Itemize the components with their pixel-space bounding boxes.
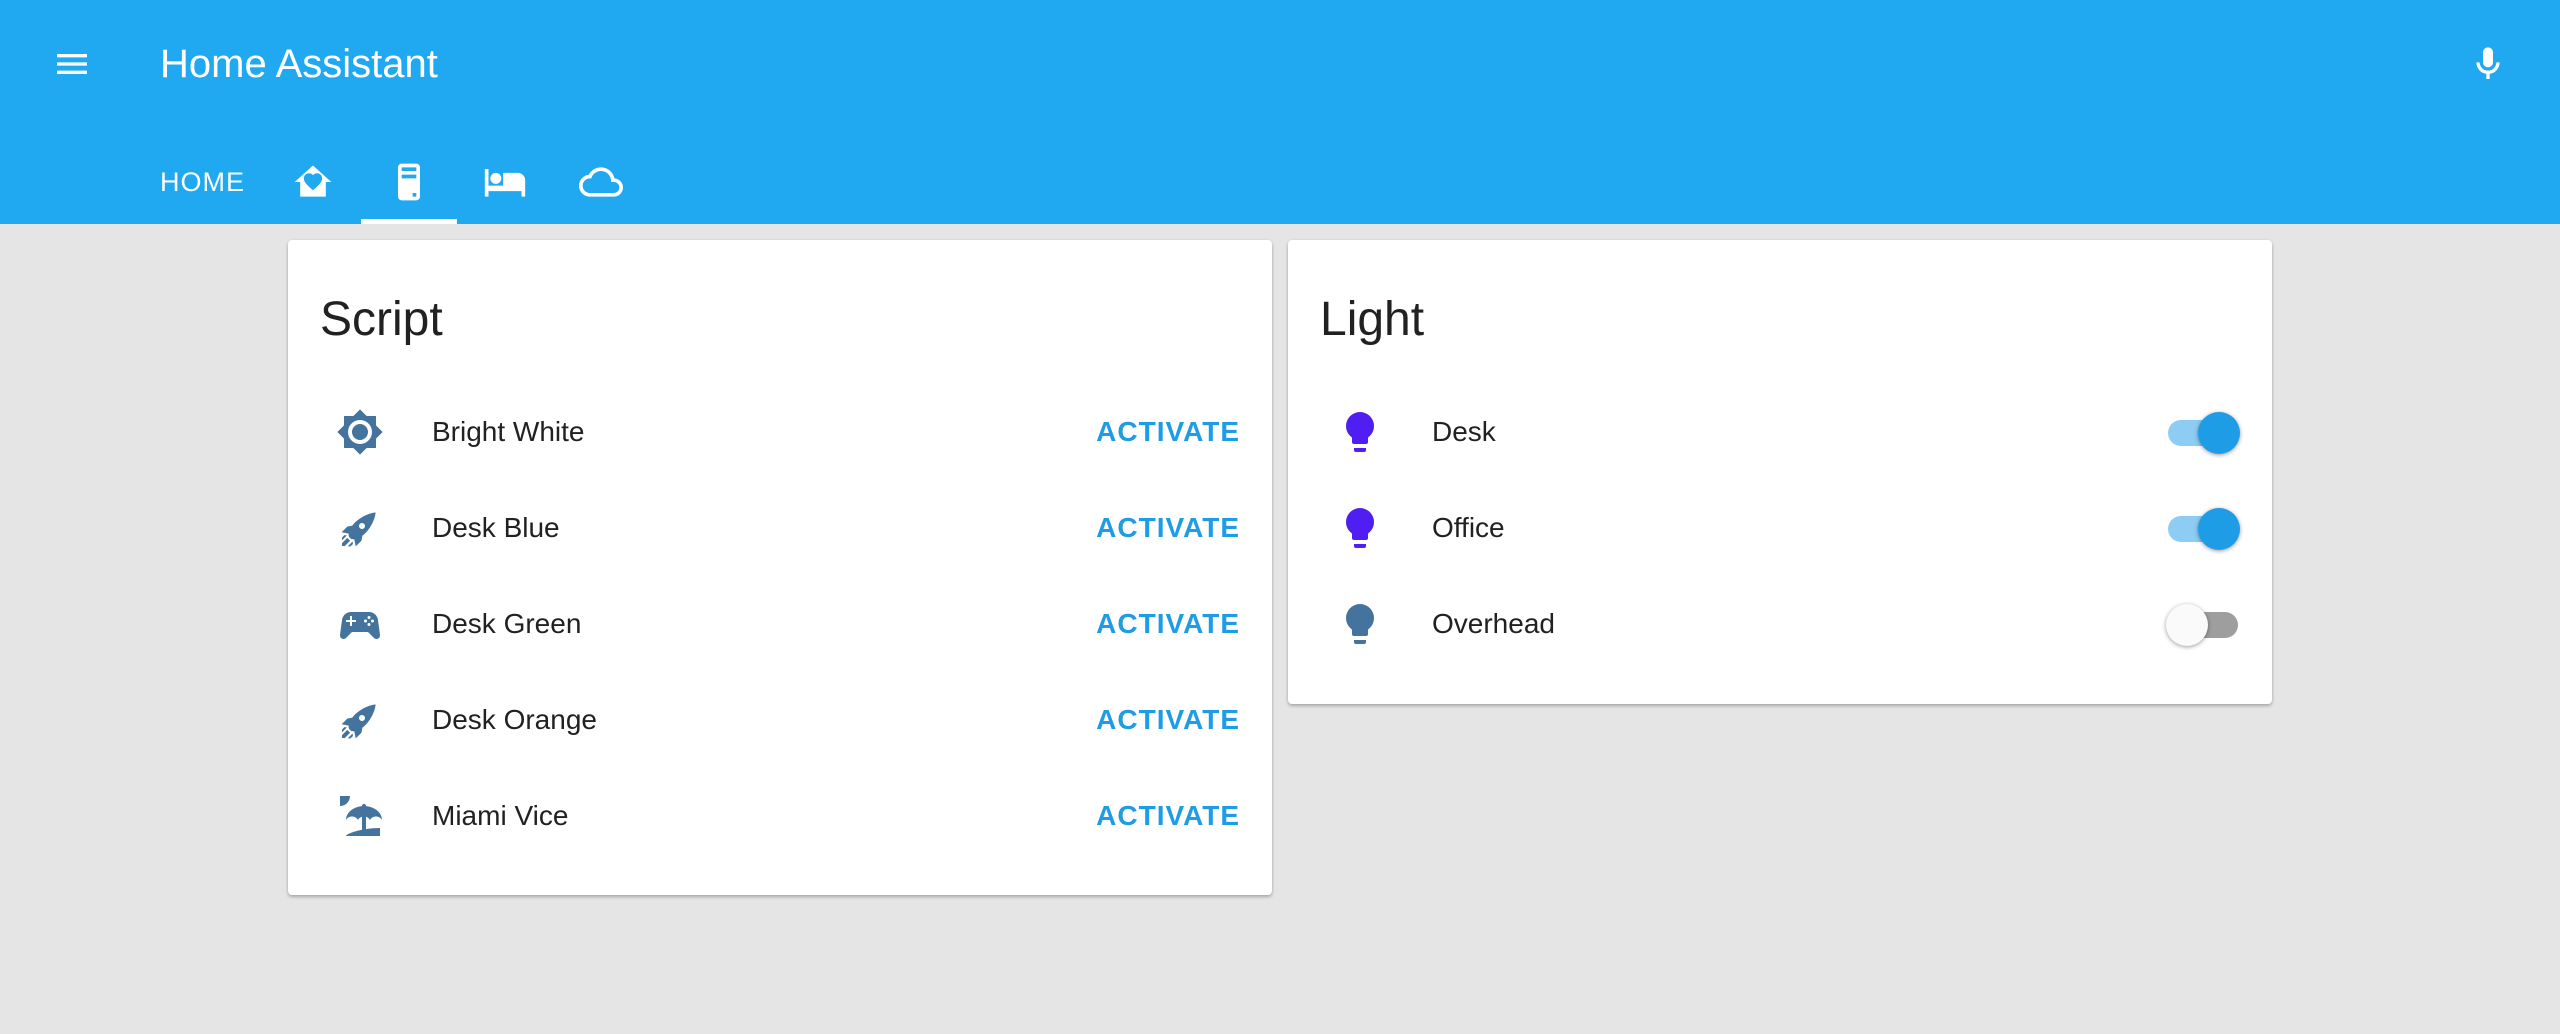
activate-button[interactable]: ACTIVATE — [1084, 406, 1252, 458]
tab-bedroom[interactable] — [457, 140, 553, 224]
toggle-knob — [2166, 604, 2208, 646]
lightbulb-icon[interactable] — [1328, 496, 1392, 560]
gamepad-icon[interactable] — [328, 592, 392, 656]
script-card-title: Script — [320, 293, 443, 346]
script-card: Script Bright White ACTIVATE Desk Blue A… — [288, 240, 1272, 895]
home-heart-icon — [294, 165, 332, 197]
toggle-knob — [2198, 508, 2240, 550]
bed-icon — [484, 169, 526, 197]
server-icon — [398, 163, 420, 201]
activate-button[interactable]: ACTIVATE — [1084, 694, 1252, 746]
menu-button[interactable] — [42, 36, 102, 92]
script-name[interactable]: Desk Orange — [432, 704, 597, 736]
light-toggle[interactable] — [2168, 408, 2240, 456]
light-row-office: Office — [1288, 480, 2272, 576]
script-name[interactable]: Miami Vice — [432, 800, 568, 832]
activate-button[interactable]: ACTIVATE — [1084, 502, 1252, 554]
rocket-icon[interactable] — [328, 496, 392, 560]
activate-button[interactable]: ACTIVATE — [1084, 598, 1252, 650]
light-name[interactable]: Office — [1432, 512, 1505, 544]
beach-icon[interactable] — [328, 784, 392, 848]
tab-cloud[interactable] — [553, 140, 649, 224]
script-name[interactable]: Bright White — [432, 416, 585, 448]
light-name[interactable]: Overhead — [1432, 608, 1555, 640]
menu-icon — [57, 54, 87, 74]
light-card: Light Desk Office Overhead — [1288, 240, 2272, 704]
view-tabs: HOME — [140, 140, 649, 224]
lightbulb-icon[interactable] — [1328, 592, 1392, 656]
light-toggle[interactable] — [2168, 504, 2240, 552]
script-name[interactable]: Desk Blue — [432, 512, 560, 544]
light-toggle[interactable] — [2166, 600, 2238, 648]
tab-home[interactable]: HOME — [140, 140, 265, 224]
voice-command-button[interactable] — [2460, 34, 2516, 94]
rocket-icon[interactable] — [328, 688, 392, 752]
script-row-desk-blue: Desk Blue ACTIVATE — [288, 480, 1272, 576]
light-name[interactable]: Desk — [1432, 416, 1496, 448]
script-row-desk-green: Desk Green ACTIVATE — [288, 576, 1272, 672]
app-header: Home Assistant HOME — [0, 0, 2560, 224]
tab-home-heart[interactable] — [265, 140, 361, 224]
microphone-icon — [2476, 47, 2500, 79]
app-title: Home Assistant — [160, 42, 438, 86]
light-row-desk: Desk — [1288, 384, 2272, 480]
script-name[interactable]: Desk Green — [432, 608, 581, 640]
tab-home-label: HOME — [160, 166, 245, 197]
brightness-icon[interactable] — [328, 400, 392, 464]
lightbulb-icon[interactable] — [1328, 400, 1392, 464]
light-row-overhead: Overhead — [1288, 576, 2272, 672]
tab-server[interactable] — [361, 140, 457, 224]
script-row-desk-orange: Desk Orange ACTIVATE — [288, 672, 1272, 768]
cloud-icon — [579, 167, 623, 197]
activate-button[interactable]: ACTIVATE — [1084, 790, 1252, 842]
script-row-bright-white: Bright White ACTIVATE — [288, 384, 1272, 480]
toggle-knob — [2198, 412, 2240, 454]
light-card-title: Light — [1320, 293, 1425, 346]
script-row-miami-vice: Miami Vice ACTIVATE — [288, 768, 1272, 864]
